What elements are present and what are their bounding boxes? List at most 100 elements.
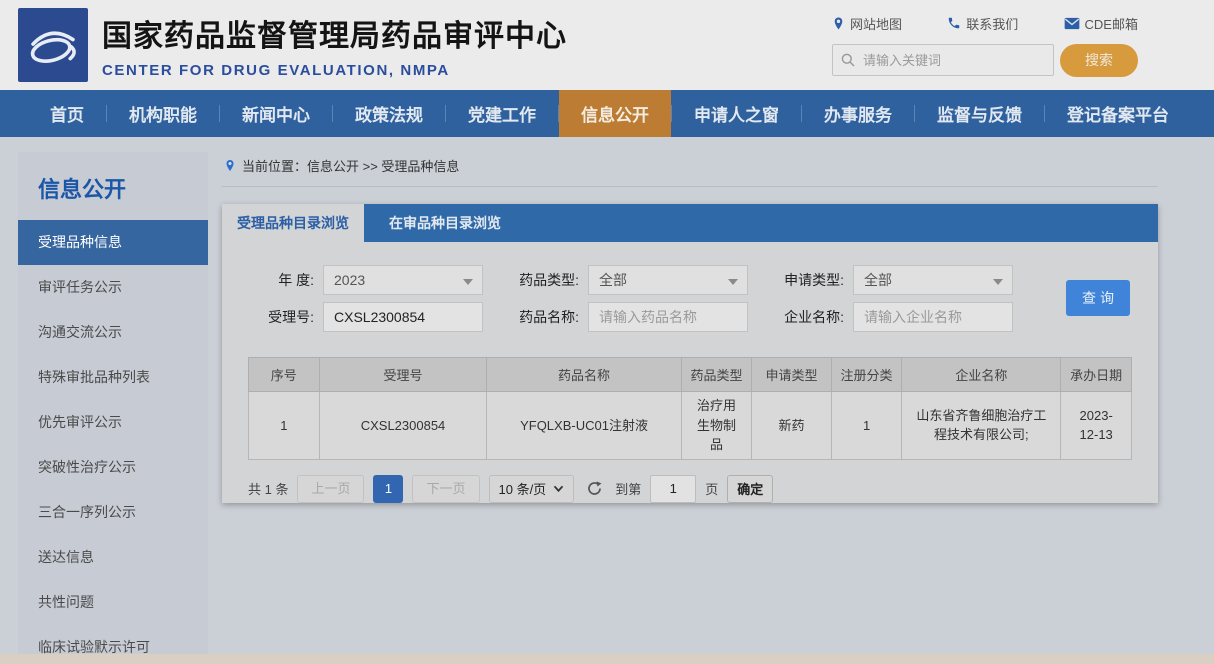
drug-type-value: 全部 [599, 272, 627, 288]
cell-company: 山东省齐鲁细胞治疗工程技术有限公司; [902, 392, 1061, 460]
sitemap-link[interactable]: 网站地图 [832, 14, 902, 33]
drug-type-select[interactable]: 全部 [588, 265, 748, 295]
cde-logo-swan-icon [24, 16, 82, 74]
sidebar-item-delivery-info[interactable]: 送达信息 [18, 535, 208, 580]
company-input[interactable] [853, 302, 1013, 332]
current-page-button[interactable]: 1 [373, 475, 403, 503]
col-accept-no: 受理号 [319, 358, 487, 392]
prev-page-button[interactable]: 上一页 [297, 475, 364, 503]
total-count: 共 1 条 [248, 479, 288, 498]
mailbox-link[interactable]: CDE邮箱 [1064, 14, 1138, 33]
contact-label: 联系我们 [966, 14, 1018, 33]
results-table: 序号 受理号 药品名称 药品类型 申请类型 注册分类 企业名称 承办日期 1 C… [248, 357, 1132, 460]
filter-row-1: 年 度: 2023 药品类型: 全部 申请类型: 全部 [248, 265, 1048, 295]
sidebar-item-review-tasks[interactable]: 审评任务公示 [18, 265, 208, 310]
cell-apply-type: 新药 [752, 392, 831, 460]
next-page-button[interactable]: 下一页 [412, 475, 479, 503]
apply-type-label: 申请类型: [778, 270, 844, 290]
content-area: 信息公开 受理品种信息 审评任务公示 沟通交流公示 特殊审批品种列表 优先审评公… [0, 137, 1214, 664]
year-label: 年 度: [248, 270, 314, 290]
sidebar-item-three-in-one[interactable]: 三合一序列公示 [18, 490, 208, 535]
chevron-down-icon [993, 279, 1003, 285]
confirm-button[interactable]: 确定 [727, 475, 773, 503]
main-panel: 当前位置：信息公开 >> 受理品种信息 受理品种目录浏览 在审品种目录浏览 年 … [222, 152, 1158, 664]
nav-item-services[interactable]: 办事服务 [802, 90, 914, 137]
goto-page-input[interactable] [650, 475, 696, 503]
drug-name-input[interactable] [588, 302, 748, 332]
apply-type-select[interactable]: 全部 [853, 265, 1013, 295]
bottom-strip [0, 654, 1214, 664]
col-reg-class: 注册分类 [831, 358, 902, 392]
sidebar-item-special-approval[interactable]: 特殊审批品种列表 [18, 355, 208, 400]
breadcrumb-text: 当前位置：信息公开 >> 受理品种信息 [242, 156, 459, 175]
nav-item-home[interactable]: 首页 [28, 90, 106, 137]
year-select[interactable]: 2023 [323, 265, 483, 295]
sidebar: 信息公开 受理品种信息 审评任务公示 沟通交流公示 特殊审批品种列表 优先审评公… [18, 152, 208, 664]
header-right: 网站地图 联系我们 CDE邮箱 搜索 [832, 14, 1138, 77]
table-row: 1 CXSL2300854 YFQLXB-UC01注射液 治疗用生物制品 新药 … [249, 392, 1132, 460]
header-search: 搜索 [832, 44, 1138, 77]
main-nav: 首页 机构职能 新闻中心 政策法规 党建工作 信息公开 申请人之窗 办事服务 监… [0, 90, 1214, 137]
nav-item-news[interactable]: 新闻中心 [220, 90, 332, 137]
page-unit-label: 页 [705, 479, 718, 498]
results-card: 受理品种目录浏览 在审品种目录浏览 年 度: 2023 药品类型: 全部 申请类… [222, 204, 1158, 503]
drug-name-label: 药品名称: [513, 307, 579, 327]
mail-icon [1064, 17, 1080, 30]
cell-drug-name: YFQLXB-UC01注射液 [487, 392, 681, 460]
col-drug-name: 药品名称 [487, 358, 681, 392]
sitemap-label: 网站地图 [850, 14, 902, 33]
table-header-row: 序号 受理号 药品名称 药品类型 申请类型 注册分类 企业名称 承办日期 [249, 358, 1132, 392]
company-label: 企业名称: [778, 307, 844, 327]
pagination: 共 1 条 上一页 1 下一页 10 条/页 到第 页 确定 [248, 475, 1132, 503]
col-date: 承办日期 [1061, 358, 1132, 392]
cell-date: 2023-12-13 [1061, 392, 1132, 460]
apply-type-value: 全部 [864, 272, 892, 288]
filter-form: 年 度: 2023 药品类型: 全部 申请类型: 全部 受理号: 药品名称: [222, 242, 1158, 353]
site-header: 国家药品监督管理局药品审评中心 CENTER FOR DRUG EVALUATI… [0, 0, 1214, 90]
sidebar-item-priority-review[interactable]: 优先审评公示 [18, 400, 208, 445]
chevron-down-icon [553, 485, 564, 493]
map-pin-icon [832, 16, 845, 31]
nav-item-party[interactable]: 党建工作 [446, 90, 558, 137]
nav-item-policy[interactable]: 政策法规 [333, 90, 445, 137]
cell-reg-class: 1 [831, 392, 902, 460]
nav-item-info-disclosure[interactable]: 信息公开 [559, 90, 671, 137]
sidebar-item-common-issues[interactable]: 共性问题 [18, 580, 208, 625]
nav-item-registration-platform[interactable]: 登记备案平台 [1045, 90, 1191, 137]
drug-type-label: 药品类型: [513, 270, 579, 290]
nav-item-applicant[interactable]: 申请人之窗 [672, 90, 801, 137]
nav-item-functions[interactable]: 机构职能 [107, 90, 219, 137]
sidebar-item-accepted-varieties[interactable]: 受理品种信息 [18, 220, 208, 265]
col-company: 企业名称 [902, 358, 1061, 392]
cell-seq: 1 [249, 392, 320, 460]
col-apply-type: 申请类型 [752, 358, 831, 392]
accept-no-input[interactable] [323, 302, 483, 332]
location-pin-icon [224, 158, 236, 173]
quick-links: 网站地图 联系我们 CDE邮箱 [832, 14, 1138, 33]
refresh-icon [586, 480, 603, 497]
accept-no-label: 受理号: [248, 307, 314, 327]
tab-under-review-catalog[interactable]: 在审品种目录浏览 [364, 204, 526, 242]
refresh-button[interactable] [586, 480, 603, 497]
chevron-down-icon [463, 279, 473, 285]
site-subtitle: CENTER FOR DRUG EVALUATION, NMPA [102, 62, 567, 79]
site-title: 国家药品监督管理局药品审评中心 [102, 11, 567, 55]
page-size-value: 10 条/页 [499, 479, 547, 498]
query-button[interactable]: 查询 [1066, 280, 1130, 316]
page-size-select[interactable]: 10 条/页 [489, 475, 575, 503]
filter-row-2: 受理号: 药品名称: 企业名称: [248, 302, 1048, 332]
nav-item-supervision[interactable]: 监督与反馈 [915, 90, 1044, 137]
sidebar-title: 信息公开 [18, 152, 208, 220]
cell-drug-type: 治疗用生物制品 [681, 392, 752, 460]
chevron-down-icon [728, 279, 738, 285]
sidebar-item-communication[interactable]: 沟通交流公示 [18, 310, 208, 355]
tab-accepted-catalog[interactable]: 受理品种目录浏览 [222, 204, 364, 242]
search-input[interactable] [832, 44, 1054, 76]
phone-icon [947, 16, 961, 30]
col-seq: 序号 [249, 358, 320, 392]
mailbox-label: CDE邮箱 [1085, 14, 1138, 33]
sidebar-item-breakthrough-therapy[interactable]: 突破性治疗公示 [18, 445, 208, 490]
search-box [832, 44, 1054, 76]
search-button[interactable]: 搜索 [1060, 44, 1138, 77]
contact-link[interactable]: 联系我们 [947, 14, 1018, 33]
